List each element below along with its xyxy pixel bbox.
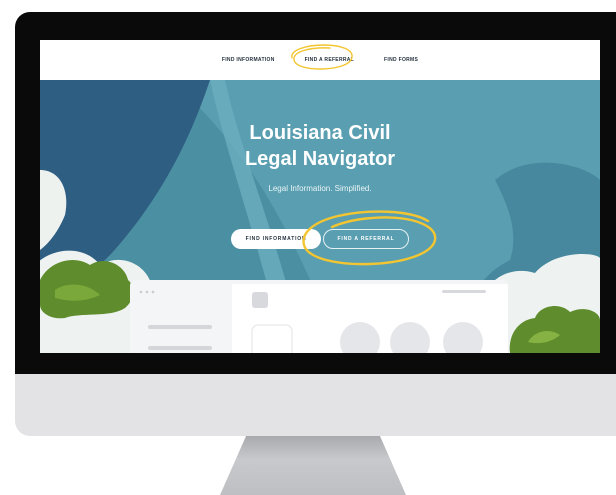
nav-find-a-referral[interactable]: FIND A REFERRAL bbox=[305, 57, 354, 63]
monitor-stand bbox=[220, 436, 406, 495]
monitor-screen: FIND INFORMATION FIND A REFERRAL FIND FO… bbox=[40, 40, 600, 353]
hero-title: Louisiana Civil Legal Navigator bbox=[40, 120, 600, 172]
hero-title-line-2: Legal Navigator bbox=[244, 148, 396, 170]
top-nav: FIND INFORMATION FIND A REFERRAL FIND FO… bbox=[40, 40, 600, 80]
hero-title-line-1: Louisiana Civil bbox=[249, 122, 391, 144]
app-preview-mockup bbox=[130, 280, 508, 353]
find-information-button[interactable]: FIND INFORMATION bbox=[231, 229, 321, 249]
monitor-chin bbox=[15, 374, 616, 436]
window-dots-icon bbox=[139, 290, 155, 294]
nav-find-forms[interactable]: FIND FORMS bbox=[384, 57, 418, 63]
app-preview-illustration bbox=[130, 280, 508, 353]
hero-subtitle: Legal Information. Simplified. bbox=[268, 184, 372, 193]
find-a-referral-button[interactable]: FIND A REFERRAL bbox=[323, 229, 409, 249]
nav-find-information[interactable]: FIND INFORMATION bbox=[222, 57, 275, 63]
